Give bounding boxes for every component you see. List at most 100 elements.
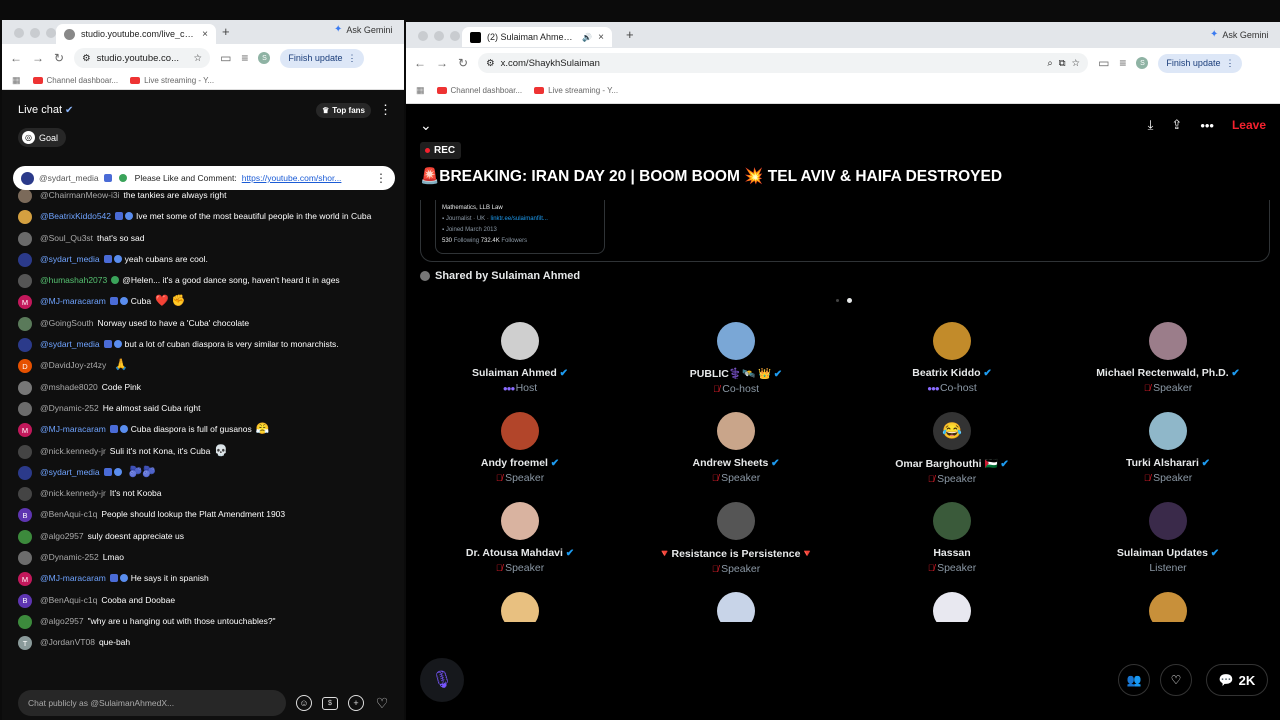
participant[interactable] bbox=[1060, 592, 1276, 622]
avatar[interactable] bbox=[501, 322, 539, 360]
avatar[interactable] bbox=[18, 338, 32, 353]
pinned-menu-icon[interactable]: ⋮ bbox=[375, 171, 387, 185]
finish-update-button[interactable]: Finish update ⋮ bbox=[280, 48, 365, 68]
chat-message-list[interactable]: @ChairmanMeow-i3i the tankies are always … bbox=[2, 186, 404, 655]
avatar[interactable] bbox=[717, 592, 755, 622]
avatar[interactable] bbox=[18, 465, 32, 480]
message-author[interactable]: @MJ-maracaram bbox=[40, 296, 106, 306]
install-icon[interactable]: ⧉ bbox=[1059, 58, 1066, 69]
address-bar[interactable]: ⚙ x.com/ShaykhSulaiman ⌕ ⧉ ☆ bbox=[478, 53, 1089, 73]
zoom-icon[interactable]: ⌕ bbox=[1047, 58, 1052, 69]
chat-message[interactable]: @nick.kennedy-jr Suli it's not Kona, it's… bbox=[2, 442, 404, 463]
message-author[interactable]: @sydart_media bbox=[40, 254, 100, 264]
participant[interactable]: Andy froemel ✔ 🎙̸ Speaker bbox=[412, 412, 628, 484]
collapse-chevron-icon[interactable]: ⌄ bbox=[420, 117, 432, 134]
chat-message[interactable]: @Dynamic-252 He almost said Cuba right bbox=[2, 399, 404, 420]
avatar[interactable] bbox=[1149, 322, 1187, 360]
tab-list-icon[interactable]: ≡ bbox=[1119, 56, 1126, 70]
minimize-space-icon[interactable]: ⤓ bbox=[1148, 117, 1154, 133]
chat-message[interactable]: @sydart_media but a lot of cuban diaspora… bbox=[2, 335, 404, 356]
message-author[interactable]: @humashah2073 bbox=[40, 275, 107, 285]
forward-icon[interactable]: → bbox=[32, 51, 44, 65]
avatar[interactable] bbox=[717, 412, 755, 450]
finish-update-button[interactable]: Finish update ⋮ bbox=[1158, 53, 1243, 73]
chat-message[interactable]: @GoingSouth Norway used to have a 'Cuba' … bbox=[2, 314, 404, 335]
message-author[interactable]: @MJ-maracaram bbox=[40, 573, 106, 583]
bookmark-live-streaming[interactable]: Live streaming - Y... bbox=[130, 76, 214, 85]
heart-plus-icon[interactable]: ♡ bbox=[1160, 664, 1192, 696]
avatar[interactable] bbox=[501, 502, 539, 540]
chat-input[interactable]: Chat publicly as @SulaimanAhmedX... bbox=[18, 690, 286, 716]
avatar[interactable] bbox=[1149, 592, 1187, 622]
bookmark-channel-dashboard[interactable]: Channel dashboar... bbox=[32, 76, 118, 85]
avatar[interactable] bbox=[18, 529, 32, 544]
sidebar-icon[interactable]: ▭ bbox=[1098, 56, 1109, 70]
chat-message[interactable]: @algo2957 suly doesnt appreciate us bbox=[2, 527, 404, 548]
reload-icon[interactable]: ↻ bbox=[458, 56, 468, 70]
new-tab-button[interactable]: + bbox=[222, 24, 230, 39]
apps-grid-icon[interactable]: ▦ bbox=[12, 75, 21, 86]
page-dot[interactable] bbox=[836, 299, 839, 302]
ask-gemini-button[interactable]: ✦ Ask Gemini bbox=[334, 24, 392, 35]
apps-grid-icon[interactable]: ▦ bbox=[416, 85, 425, 96]
message-author[interactable]: @Soul_Qu3st bbox=[40, 233, 93, 243]
speaker-icon[interactable]: 🔊 bbox=[582, 33, 592, 42]
back-icon[interactable]: ← bbox=[10, 51, 22, 65]
tab-youtube-studio[interactable]: studio.youtube.com/live_chat × bbox=[56, 24, 216, 44]
chat-message[interactable]: B @BenAqui-c1q People should lookup the Pl… bbox=[2, 505, 404, 526]
chat-message[interactable]: M @MJ-maracaram He says it in spanish bbox=[2, 569, 404, 590]
message-author[interactable]: @ChairmanMeow-i3i bbox=[40, 190, 119, 200]
participant[interactable]: 😂 Omar Barghouthi 🇵🇸 ✔ 🎙̸ Speaker bbox=[844, 412, 1060, 485]
avatar[interactable] bbox=[18, 274, 32, 289]
comments-button[interactable]: 💬 2K bbox=[1206, 664, 1268, 696]
participant[interactable] bbox=[628, 592, 844, 622]
avatar[interactable]: M bbox=[18, 295, 32, 310]
message-author[interactable]: @nick.kennedy-jr bbox=[40, 446, 106, 456]
close-tab-icon[interactable]: × bbox=[202, 29, 208, 40]
chat-message[interactable]: M @MJ-maracaram Cuba ❤️ ✊ bbox=[2, 292, 404, 313]
avatar[interactable] bbox=[933, 322, 971, 360]
chat-message[interactable]: @Soul_Qu3st that's so sad bbox=[2, 229, 404, 250]
message-author[interactable]: @sydart_media bbox=[40, 467, 100, 477]
tab-list-icon[interactable]: ≡ bbox=[241, 51, 248, 65]
chat-message[interactable]: @sydart_media yeah cubans are cool. bbox=[2, 250, 404, 271]
message-author[interactable]: @Dynamic-252 bbox=[40, 552, 99, 562]
new-tab-button[interactable]: + bbox=[626, 27, 634, 42]
bookmark-channel-dashboard[interactable]: Channel dashboar... bbox=[436, 86, 522, 95]
microphone-icon[interactable]: 🎙 bbox=[420, 658, 464, 702]
top-fans-button[interactable]: ♛ Top fans bbox=[316, 102, 371, 118]
participant[interactable] bbox=[844, 592, 1060, 622]
message-author[interactable]: @MJ-maracaram bbox=[40, 424, 106, 434]
sidebar-icon[interactable]: ▭ bbox=[220, 51, 231, 65]
window-controls[interactable] bbox=[418, 31, 460, 41]
participant[interactable]: Sulaiman Updates ✔ Listener bbox=[1060, 502, 1276, 574]
chat-message[interactable]: @humashah2073 @Helen... it's a good dance… bbox=[2, 271, 404, 292]
avatar[interactable] bbox=[501, 592, 539, 622]
card-link[interactable]: linktr.ee/sulaimanfilt... bbox=[491, 216, 548, 222]
avatar[interactable] bbox=[18, 189, 32, 203]
chat-message[interactable]: @nick.kennedy-jr It's not Kooba bbox=[2, 484, 404, 505]
participant[interactable]: Turki Alsharari ✔ 🎙̸ Speaker bbox=[1060, 412, 1276, 484]
message-author[interactable]: @BenAqui-c1q bbox=[40, 595, 97, 605]
avatar[interactable] bbox=[18, 210, 32, 225]
message-author[interactable]: @DavidJoy-zt4zy bbox=[40, 360, 106, 370]
chat-message[interactable]: @BeatrixKiddo542 Ive met some of the most… bbox=[2, 207, 404, 228]
more-options-icon[interactable]: ⋮ bbox=[379, 103, 392, 116]
profile-avatar[interactable]: S bbox=[1136, 57, 1149, 69]
message-author[interactable]: @algo2957 bbox=[40, 531, 84, 541]
people-icon[interactable]: 👥 bbox=[1118, 664, 1150, 696]
avatar[interactable] bbox=[501, 412, 539, 450]
super-chat-icon[interactable]: $ bbox=[322, 696, 338, 710]
avatar[interactable] bbox=[18, 380, 32, 395]
avatar[interactable]: B bbox=[18, 593, 32, 608]
message-author[interactable]: @Dynamic-252 bbox=[40, 403, 99, 413]
message-author[interactable]: @JordanVT08 bbox=[40, 637, 95, 647]
leave-button[interactable]: Leave bbox=[1232, 118, 1266, 132]
avatar[interactable] bbox=[18, 614, 32, 629]
message-author[interactable]: @mshade8020 bbox=[40, 382, 98, 392]
address-bar[interactable]: ⚙ studio.youtube.co... ☆ bbox=[74, 48, 211, 68]
chat-message[interactable]: M @MJ-maracaram Cuba diaspora is full of g… bbox=[2, 420, 404, 441]
profile-card-preview[interactable]: Mathematics, LLB Law ▪ Journalist · UK ·… bbox=[435, 200, 605, 254]
avatar[interactable] bbox=[18, 316, 32, 331]
avatar[interactable] bbox=[18, 231, 32, 246]
